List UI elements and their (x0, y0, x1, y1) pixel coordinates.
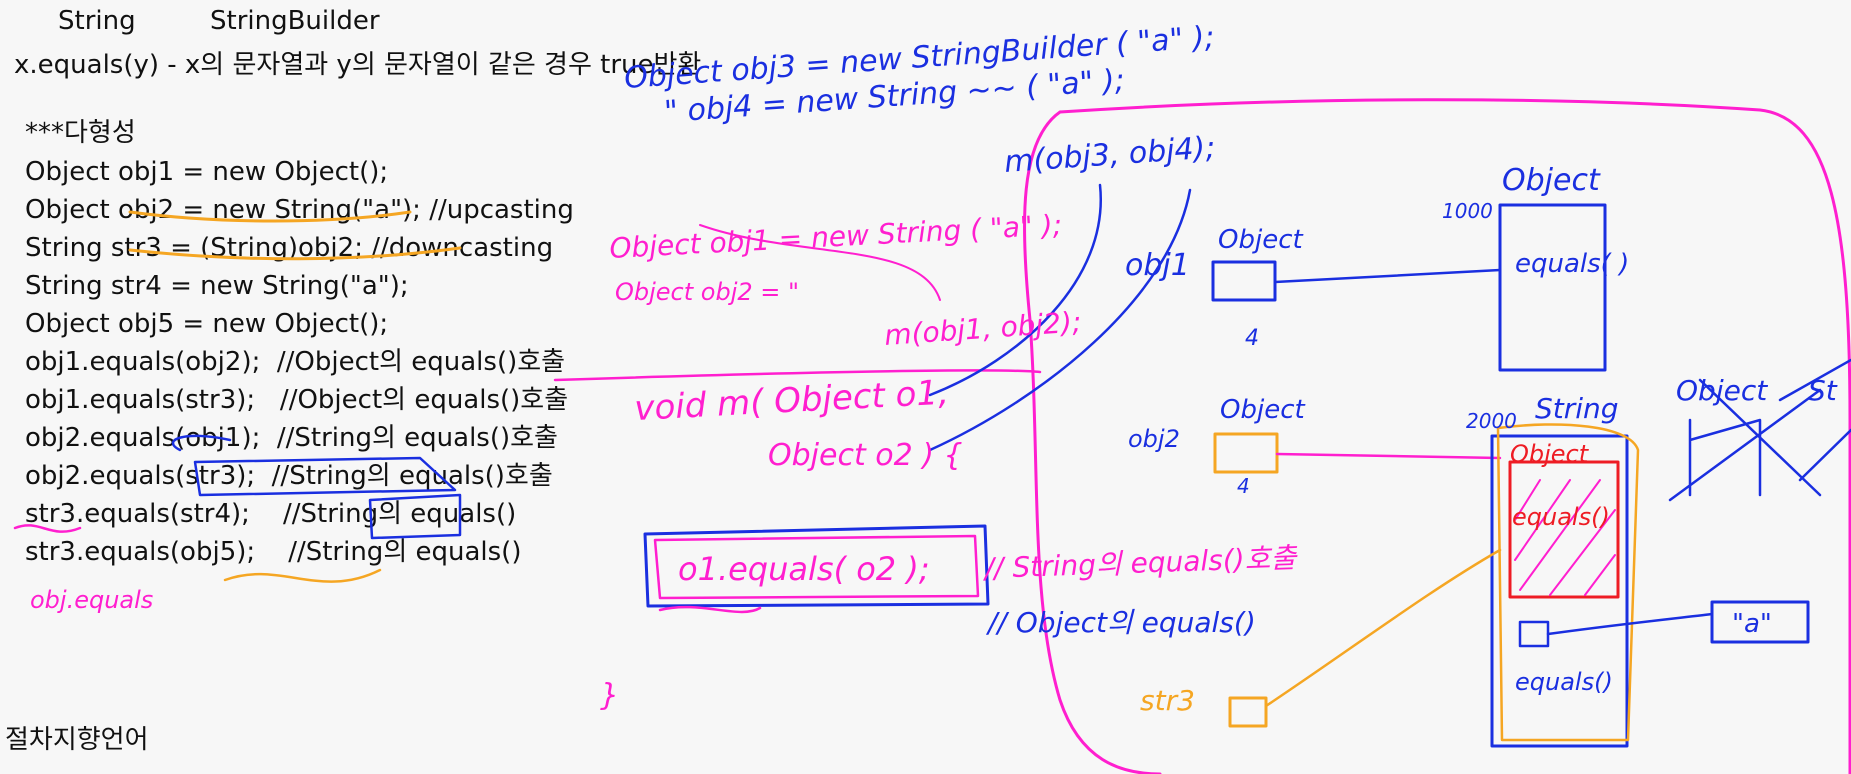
heap-object-1000-box (1498, 203, 1607, 372)
hw-object-right: Object (1676, 374, 1768, 407)
str3-ref-box (1228, 696, 1268, 728)
hw-obj2-object: Object (1220, 395, 1305, 425)
blue-loop-obj1 (171, 434, 232, 452)
hw-heap-equals: equals( ) (1515, 249, 1629, 279)
hw-heap-object: Object (1502, 163, 1601, 198)
blue-box-str3 (193, 456, 457, 497)
hw-heap-equals-red: equals() (1512, 503, 1610, 531)
hw-object-o2: Object o2 ) { (768, 438, 963, 473)
blue-box-obj2-equals (368, 493, 462, 540)
hw-void-m: void m( Object o1, (633, 373, 949, 429)
handwriting-canvas: Object obj3 = new StringBuilder ( "a" );… (13, 20, 1851, 774)
hw-a-literal: "a" (1732, 609, 1772, 639)
magenta-underline-str3 (658, 605, 762, 614)
hw-heap-1000: 1000 (1442, 199, 1493, 223)
hw-brace-close: } (600, 678, 619, 713)
hw-str3-label: str3 (1140, 684, 1195, 717)
underline-obj2 (128, 246, 462, 261)
hw-heap-string: String (1535, 392, 1619, 425)
hw-st-right: St (1808, 374, 1838, 407)
hw-obj1-addr: 4 (1245, 326, 1259, 351)
hw-obj2-label: obj2 (1128, 425, 1180, 453)
hw-heap-equals-bottom: equals() (1515, 668, 1613, 696)
hw-obj1-object: Object (1218, 225, 1303, 255)
str3-link-line (1264, 548, 1502, 708)
underline-obj1 (128, 210, 412, 223)
obj1-link-line (1273, 268, 1502, 284)
hw-object-equals-comment: // Object의 equals() (985, 606, 1256, 639)
hw-obj-equals: obj.equals (30, 586, 153, 614)
hw-m-call-obj3-obj4: m(obj3, obj4); (1003, 130, 1216, 180)
hw-o1-equals: o1.equals( o2 ); (678, 550, 930, 588)
magenta-scribble-left (13, 524, 82, 533)
hw-obj2-addr: 4 (1237, 474, 1250, 498)
hw-obj1-label: obj1 (1125, 248, 1190, 283)
hw-m-call-obj1-obj2: m(obj1, obj2); (883, 305, 1082, 352)
string-value-link (1546, 612, 1714, 636)
hw-heap-object-red: Object (1510, 440, 1590, 468)
orange-loop-obj2-str3 (223, 568, 382, 583)
hw-string-equals-comment: // String의 equals()호출 (981, 541, 1299, 585)
obj2-link-line (1275, 452, 1502, 460)
hw-heap-2000: 2000 (1466, 409, 1517, 433)
heap-string-2000-box (1490, 434, 1629, 748)
heap-hatch (1514, 479, 1616, 596)
hw-obj2-assign: Object obj2 = " (615, 278, 799, 306)
obj2-ref-box (1213, 432, 1279, 474)
obj1-ref-box (1211, 260, 1277, 302)
string-value-ref-box (1518, 620, 1550, 648)
hw-obj1-new-string: Object obj1 = new String ( "a" ); (609, 208, 1063, 265)
